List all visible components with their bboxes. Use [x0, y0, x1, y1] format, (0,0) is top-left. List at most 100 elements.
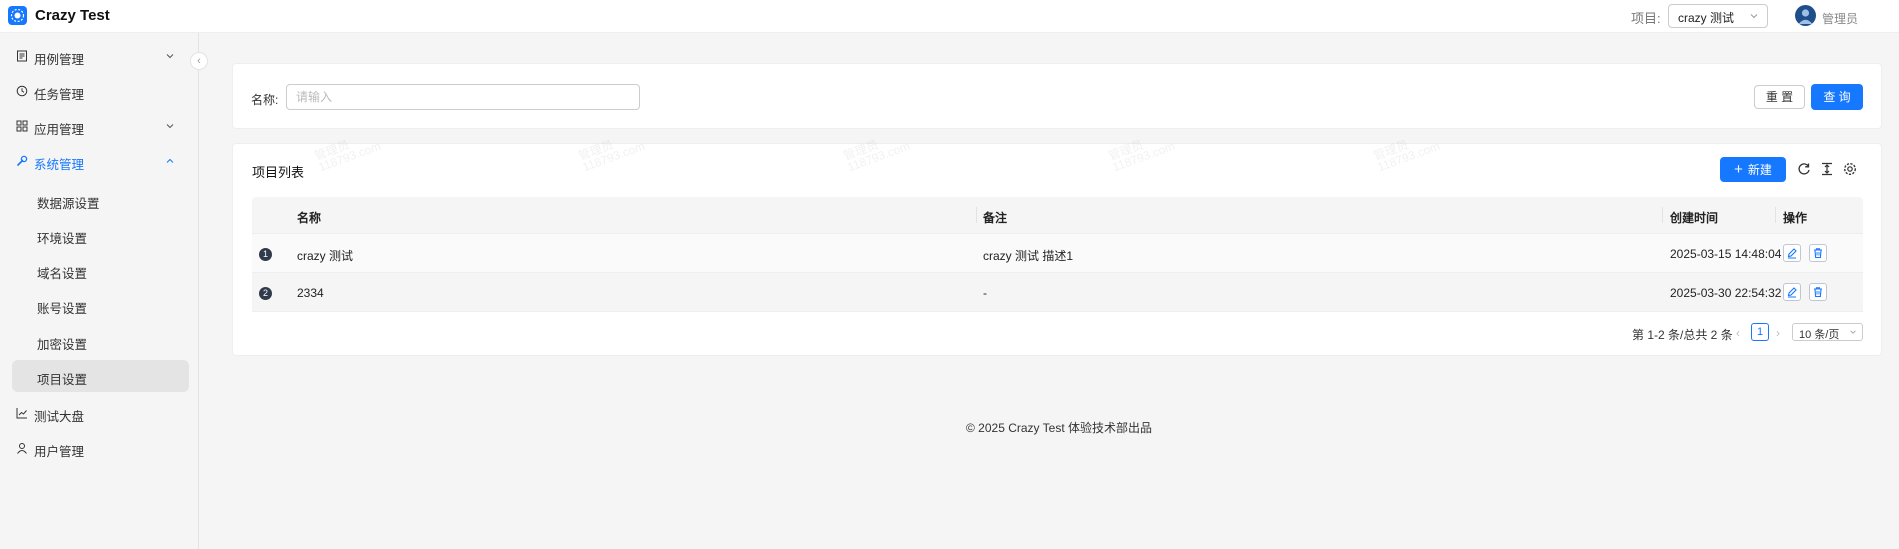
sidebar-subitem-label: 加密设置 [37, 338, 88, 352]
column-divider [1662, 207, 1663, 223]
watermark-line: 管理员 [841, 137, 881, 164]
sidebar-item-label: 测试大盘 [34, 410, 85, 424]
column-header-actions: 操作 [1783, 211, 1808, 225]
app-logo-icon[interactable] [8, 6, 27, 25]
sidebar-subitem-label: 项目设置 [37, 373, 88, 387]
delete-button[interactable] [1809, 283, 1827, 301]
chevron-down-icon [166, 124, 174, 129]
project-label: 项目: [1631, 11, 1661, 26]
watermark: 管理员 118793.com [313, 129, 383, 175]
chevron-down-icon [166, 54, 174, 59]
sidebar-item-task-management[interactable]: 任务管理 [12, 75, 189, 107]
sidebar-item-user-management[interactable]: 用户管理 [12, 432, 189, 464]
watermark-line: 118793.com [1375, 138, 1442, 175]
edit-button[interactable] [1783, 244, 1801, 262]
cell-created-time: 2025-03-15 14:48:04 [1670, 247, 1782, 261]
page-size-value: 10 条/页 [1799, 329, 1840, 341]
user-icon [17, 443, 27, 454]
sidebar-item-case-management[interactable]: 用例管理 [12, 40, 189, 72]
chevron-down-icon [1850, 330, 1856, 334]
page-size-select[interactable]: 10 条/页 [1792, 323, 1863, 341]
sidebar-collapse-button[interactable]: ‹ [190, 52, 208, 70]
sidebar-subitem-domain[interactable]: 域名设置 [12, 254, 189, 286]
sidebar-subitem-label: 数据源设置 [37, 197, 100, 211]
sidebar: 用例管理 任务管理 应用管理 系统管理 数据源设置 环境设置 域名设置 账号设置… [0, 33, 199, 549]
query-button[interactable]: 查 询 [1811, 84, 1863, 110]
project-select-value: crazy 测试 [1678, 11, 1735, 25]
grid-icon [16, 120, 28, 132]
delete-button[interactable] [1809, 244, 1827, 262]
chevron-down-icon [1750, 14, 1758, 19]
trash-icon [1814, 248, 1822, 259]
cell-name: crazy 测试 [297, 249, 354, 263]
list-title: 项目列表 [252, 165, 305, 180]
pagination-prev-icon[interactable]: ‹ [1736, 326, 1740, 340]
clock-icon [16, 85, 28, 97]
table-row: 2 2334 - 2025-03-30 22:54:32 [252, 273, 1863, 312]
column-divider [976, 207, 977, 223]
sidebar-item-label: 用户管理 [34, 445, 85, 459]
watermark-line: 118793.com [1110, 138, 1177, 175]
sidebar-item-system-management[interactable]: 系统管理 [12, 145, 189, 177]
column-header-name[interactable]: 名称 [297, 209, 321, 226]
cell-created-time: 2025-03-30 22:54:32 [1670, 286, 1782, 300]
table-row: 1 crazy 测试 crazy 测试 描述1 2025-03-15 14:48… [252, 234, 1863, 273]
watermark-line: 118793.com [845, 138, 912, 175]
column-height-icon[interactable] [1819, 161, 1835, 177]
name-filter-input[interactable] [286, 84, 640, 110]
sidebar-subitem-label: 账号设置 [37, 302, 88, 316]
pagination-next-icon[interactable]: › [1776, 326, 1780, 340]
cell-remark: crazy 测试 描述1 [983, 249, 1074, 263]
new-button-label: 新建 [1747, 163, 1772, 177]
watermark: 管理员 118793.com [576, 129, 647, 175]
table-header: 名称 备注 创建时间 操作 [252, 197, 1863, 234]
cell-remark: - [983, 286, 987, 300]
column-divider [1775, 207, 1776, 223]
column-header-remark[interactable]: 备注 [983, 209, 1007, 226]
watermark-line: 管理员 [1106, 137, 1146, 164]
watermark: 管理员 118793.com [1106, 129, 1177, 175]
edit-icon [1787, 248, 1797, 259]
column-header-created[interactable]: 创建时间 [1670, 209, 1718, 226]
chart-icon [16, 408, 27, 419]
sidebar-item-label: 用例管理 [34, 53, 85, 67]
reset-button[interactable]: 重 置 [1754, 85, 1805, 109]
edit-icon [1787, 287, 1797, 298]
sidebar-item-label: 应用管理 [34, 123, 85, 137]
trash-icon [1814, 287, 1822, 298]
new-project-button[interactable]: + 新建 [1720, 157, 1786, 182]
footer-copyright: © 2025 Crazy Test 体验技术部出品 [966, 421, 1153, 435]
row-index-badge: 2 [259, 287, 272, 300]
watermark-line: 管理员 [1371, 137, 1411, 164]
watermark: 管理员 118793.com [841, 129, 912, 175]
watermark-line: 118793.com [316, 138, 383, 175]
watermark-line: 管理员 [576, 137, 616, 164]
sidebar-subitem-datasource[interactable]: 数据源设置 [12, 184, 189, 216]
pagination-page-1[interactable]: 1 [1751, 323, 1769, 341]
gear-icon[interactable] [1842, 161, 1858, 177]
sidebar-subitem-project[interactable]: 项目设置 [12, 360, 189, 392]
pagination-total: 第 1-2 条/总共 2 条 [1632, 328, 1733, 342]
watermark: 管理员 118793.com [1371, 129, 1442, 175]
avatar[interactable] [1795, 5, 1816, 26]
chevron-up-icon [166, 158, 174, 163]
top-header: Crazy Test 项目: crazy 测试 管理员 [0, 0, 1899, 33]
file-icon [17, 50, 27, 62]
sidebar-subitem-label: 环境设置 [37, 232, 88, 246]
app-title[interactable]: Crazy Test [35, 7, 110, 24]
wrench-icon [17, 155, 28, 166]
project-select[interactable]: crazy 测试 [1668, 4, 1768, 28]
sidebar-subitem-account[interactable]: 账号设置 [12, 289, 189, 321]
user-name[interactable]: 管理员 [1822, 10, 1858, 27]
edit-button[interactable] [1783, 283, 1801, 301]
sidebar-item-test-dashboard[interactable]: 测试大盘 [12, 397, 189, 429]
cell-name: 2334 [297, 286, 324, 300]
search-form: 名称: 重 置 查 询 [232, 63, 1882, 129]
sidebar-subitem-label: 域名设置 [37, 267, 88, 281]
sidebar-item-label: 系统管理 [34, 158, 85, 172]
sidebar-item-label: 任务管理 [34, 88, 85, 102]
sidebar-subitem-environment[interactable]: 环境设置 [12, 219, 189, 251]
refresh-icon[interactable] [1796, 161, 1812, 177]
sidebar-subitem-encryption[interactable]: 加密设置 [12, 325, 189, 357]
sidebar-item-app-management[interactable]: 应用管理 [12, 110, 189, 142]
